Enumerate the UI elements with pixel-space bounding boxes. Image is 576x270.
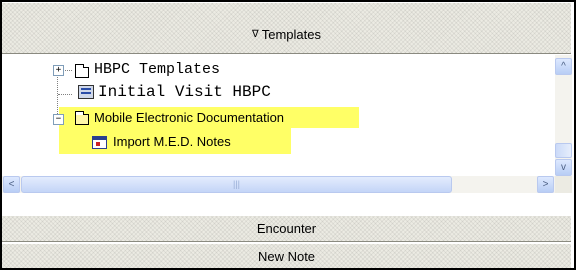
templates-header-label[interactable]: ∇ Templates bbox=[2, 27, 571, 42]
horizontal-scroll-thumb[interactable]: ||| bbox=[21, 176, 452, 193]
med-note-icon bbox=[92, 136, 107, 149]
new-note-bar[interactable]: New Note bbox=[2, 243, 571, 268]
scroll-right-button[interactable]: > bbox=[537, 176, 554, 193]
scrollbar-corner bbox=[555, 176, 572, 193]
tree-item-label: Initial Visit HBPC bbox=[98, 83, 271, 101]
tree-guide-line bbox=[58, 94, 72, 95]
tree-item-label: Import M.E.D. Notes bbox=[113, 134, 231, 149]
encounter-bar[interactable]: Encounter bbox=[2, 215, 571, 242]
scroll-up-button[interactable]: ^ bbox=[555, 58, 572, 75]
tree-item-label: Mobile Electronic Documentation bbox=[94, 110, 285, 125]
template-document-icon bbox=[78, 85, 94, 99]
collapse-triangle-icon: ∇ bbox=[252, 29, 259, 40]
templates-header[interactable]: ∇ Templates bbox=[2, 2, 571, 54]
vertical-scroll-thumb[interactable] bbox=[555, 143, 572, 158]
vertical-scrollbar[interactable]: ^ v bbox=[555, 55, 572, 176]
open-folder-icon bbox=[75, 111, 89, 125]
tree-item-label: HBPC Templates bbox=[94, 61, 221, 78]
collapse-icon[interactable]: − bbox=[53, 114, 64, 125]
folder-icon bbox=[75, 64, 89, 78]
template-tree[interactable]: + HBPC Templates Initial Visit HBPC − Mo… bbox=[2, 55, 555, 175]
expand-icon[interactable]: + bbox=[53, 65, 64, 76]
tree-guide-line bbox=[63, 70, 72, 71]
templates-title: Templates bbox=[261, 27, 321, 42]
new-note-label: New Note bbox=[257, 249, 316, 264]
scroll-down-button[interactable]: v bbox=[555, 159, 572, 176]
encounter-label: Encounter bbox=[256, 221, 317, 236]
scroll-left-button[interactable]: < bbox=[3, 176, 20, 193]
horizontal-scrollbar[interactable]: < ||| > bbox=[2, 176, 555, 193]
